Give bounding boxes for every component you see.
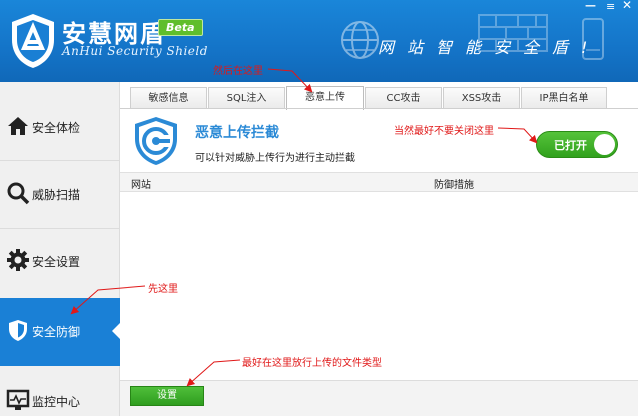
shield-logo-icon bbox=[12, 14, 54, 68]
home-icon bbox=[8, 117, 28, 135]
sidebar: 安全体检 威胁扫描 安全设置 安全防御 监控中心 bbox=[0, 82, 121, 416]
sidebar-item-health-check[interactable]: 安全体检 bbox=[0, 94, 120, 162]
tab-cc-attack[interactable]: CC攻击 bbox=[365, 87, 442, 109]
beta-badge: Beta bbox=[158, 19, 203, 36]
tab-sensitive-info[interactable]: 敏感信息 bbox=[130, 87, 207, 109]
sidebar-item-monitor-center[interactable]: 监控中心 bbox=[0, 368, 120, 416]
close-button[interactable]: ✕ bbox=[622, 0, 632, 11]
slogan-text: 网站智能安全盾! bbox=[378, 38, 601, 57]
arrow-to-toggle bbox=[497, 127, 538, 144]
toggle-label: 已打开 bbox=[554, 139, 587, 152]
monitor-icon bbox=[6, 389, 30, 410]
upload-block-toggle[interactable]: 已打开 bbox=[536, 131, 618, 158]
settings-button[interactable]: 设置 bbox=[130, 386, 204, 406]
sidebar-item-security-defense[interactable]: 安全防御 bbox=[0, 298, 121, 366]
globe-icon bbox=[341, 21, 379, 59]
annotation-sidebar-note: 先这里 bbox=[148, 284, 178, 295]
annotation-toggle-note: 当然最好不要关闭这里 bbox=[394, 126, 494, 137]
tabs-divider bbox=[120, 108, 638, 109]
menu-button[interactable]: ≡ bbox=[606, 1, 615, 12]
sidebar-item-label: 威胁扫描 bbox=[32, 188, 81, 202]
tab-malicious-upload[interactable]: 恶意上传 bbox=[286, 86, 364, 110]
tab-xss-attack[interactable]: XSS攻击 bbox=[443, 87, 520, 109]
defense-tabs: 敏感信息 SQL注入 恶意上传 CC攻击 XSS攻击 IP黑白名单 bbox=[130, 86, 638, 110]
tab-ip-list[interactable]: IP黑白名单 bbox=[521, 87, 607, 109]
upload-shield-icon bbox=[135, 117, 177, 165]
shield-icon bbox=[9, 320, 27, 341]
gear-icon bbox=[7, 249, 29, 271]
table-body bbox=[120, 192, 638, 378]
sidebar-item-label: 监控中心 bbox=[32, 395, 81, 409]
sidebar-item-label: 安全防御 bbox=[32, 325, 81, 339]
sidebar-item-label: 安全体检 bbox=[32, 121, 81, 135]
toggle-knob bbox=[594, 134, 615, 155]
tab-sql-injection[interactable]: SQL注入 bbox=[208, 87, 285, 109]
column-header-site: 网站 bbox=[131, 180, 151, 191]
annotation-settings-note: 最好在这里放行上传的文件类型 bbox=[242, 358, 382, 369]
table-header: 网站 防御措施 bbox=[120, 172, 638, 192]
annotation-tab-note: 然后在这里 bbox=[213, 66, 263, 77]
header-bar: 安慧网盾 Beta AnHui Security Shield 网站智能安全盾!… bbox=[0, 0, 638, 82]
sidebar-item-label: 安全设置 bbox=[32, 255, 81, 269]
app-subtitle: AnHui Security Shield bbox=[62, 44, 208, 58]
sidebar-item-security-settings[interactable]: 安全设置 bbox=[0, 228, 120, 296]
app-window: 安慧网盾 Beta AnHui Security Shield 网站智能安全盾!… bbox=[0, 0, 638, 416]
magnifier-icon bbox=[7, 182, 30, 205]
minimize-button[interactable]: — bbox=[585, 0, 596, 11]
feature-title: 恶意上传拦截 bbox=[195, 125, 279, 141]
sidebar-item-threat-scan[interactable]: 威胁扫描 bbox=[0, 161, 120, 229]
feature-description: 可以针对威胁上传行为进行主动拦截 bbox=[195, 153, 355, 164]
column-header-defense: 防御措施 bbox=[434, 180, 474, 191]
